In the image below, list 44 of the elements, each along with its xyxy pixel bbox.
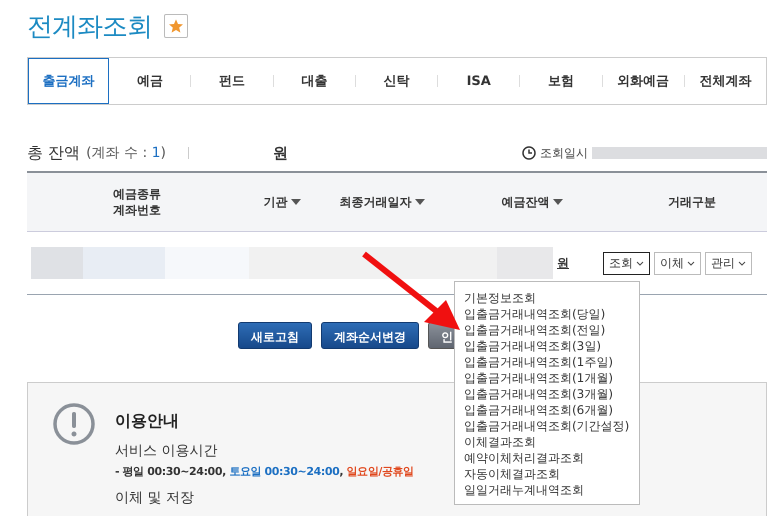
menu-item[interactable]: 입출금거래내역조회(1주일) [464, 354, 639, 370]
action-button[interactable]: 새로고침 [238, 322, 312, 349]
balance-unit[interactable]: 원 [557, 254, 569, 272]
star-icon [168, 18, 184, 34]
column-header[interactable]: 예금잔액 [447, 194, 617, 210]
notice-heading: 서비스 이용시간 [115, 442, 218, 460]
menu-item[interactable]: 입출금거래내역조회(1개월) [464, 370, 639, 386]
menu-item[interactable]: 예약이체처리결과조회 [464, 450, 639, 466]
menu-item[interactable]: 입출금거래내역조회(3일) [464, 338, 639, 354]
notice-text: - 평일 00:30~24:00, 토요일 00:30~24:00, 일요일/공휴일 [115, 464, 414, 479]
column-header: 거래구분 [667, 194, 717, 210]
sort-icon [552, 199, 562, 205]
menu-item[interactable]: 입출금거래내역조회(6개월) [464, 402, 639, 418]
menu-item[interactable]: 이체결과조회 [464, 434, 639, 450]
inquiry-time-label: 조회일시 [540, 144, 588, 162]
menu-item[interactable]: 일일거래누계내역조회 [464, 482, 639, 498]
column-header: 예금종류 계좌번호 [112, 186, 162, 218]
menu-item[interactable]: 자동이체결과조회 [464, 466, 639, 482]
notice-heading: 이체 및 저장 [115, 489, 195, 507]
page-title: 전계좌조회 [27, 10, 152, 44]
menu-item[interactable]: 입출금거래내역조회(3개월) [464, 386, 639, 402]
column-header[interactable]: 최종거래일자 [317, 194, 447, 210]
exclamation-icon [53, 403, 95, 445]
action-button[interactable]: 계좌순서변경 [321, 322, 419, 349]
menu-item[interactable]: 기본정보조회 [464, 290, 639, 306]
dropdown-button[interactable]: 이체 [654, 252, 701, 274]
total-balance-label: 총 잔액 [27, 142, 80, 164]
favorite-button[interactable] [164, 14, 188, 38]
menu-item[interactable]: 입출금거래내역조회(전일) [464, 322, 639, 338]
dropdown-button[interactable]: 조회 [603, 252, 650, 274]
menu-item[interactable]: 입출금거래내역조회(기간설정) [464, 418, 639, 434]
notice-title: 이용안내 [115, 411, 180, 432]
sort-icon [414, 199, 424, 205]
tab[interactable]: 출금계좌 [28, 58, 110, 104]
dropdown-button[interactable]: 관리 [705, 252, 752, 274]
caret-icon [636, 260, 644, 266]
column-header[interactable]: 기관 [247, 194, 317, 210]
caret-icon [738, 260, 746, 266]
currency-unit: 원 [273, 144, 288, 162]
menu-item[interactable]: 입출금거래내역조회(당일) [464, 306, 639, 322]
caret-icon [687, 260, 695, 266]
account-count: (계좌 수 : 1) [86, 144, 166, 162]
clock-icon [522, 146, 536, 160]
sort-icon [290, 199, 300, 205]
